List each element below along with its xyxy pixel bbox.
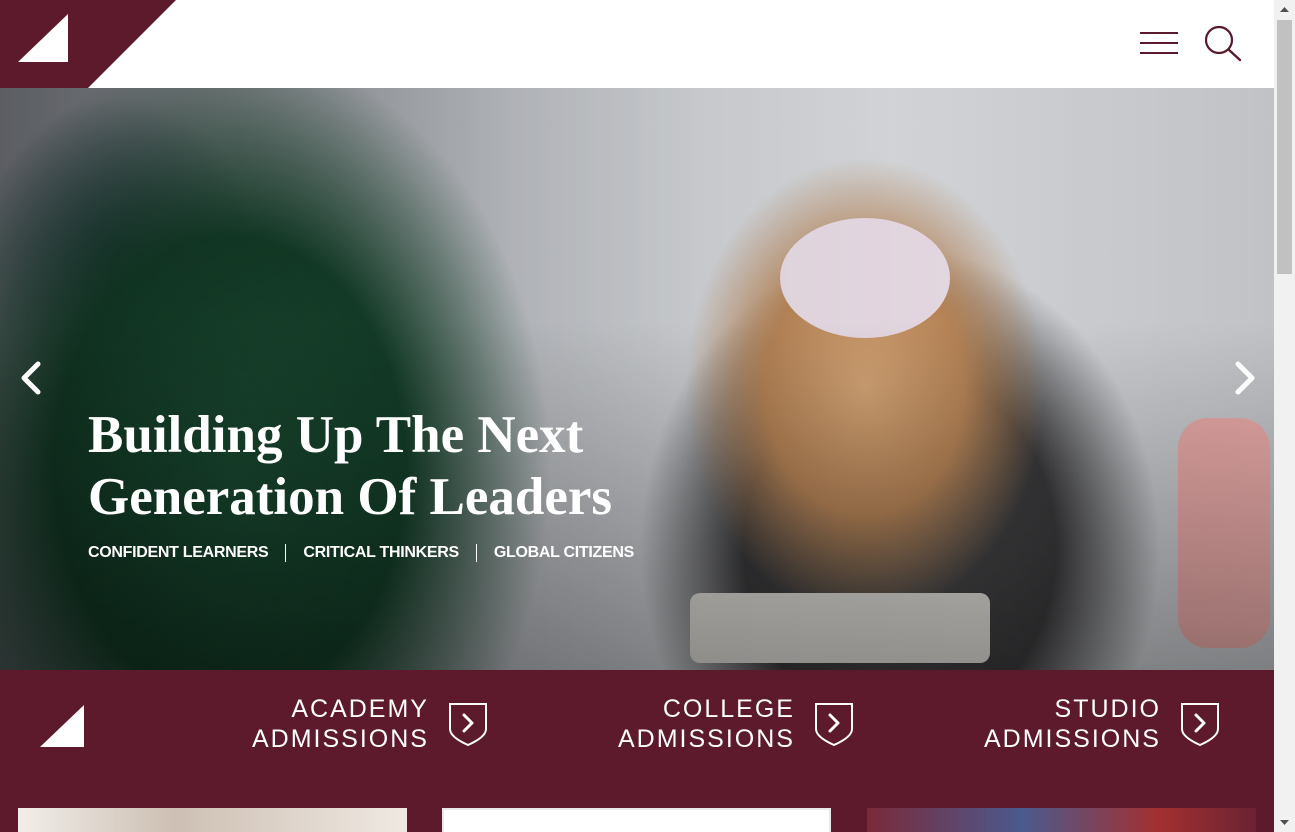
college-admissions-link[interactable]: COLLEGE ADMISSIONS [618,694,855,754]
site-header [0,0,1274,88]
hero-tag: GLOBAL CITIZENS [493,544,634,561]
chevron-left-icon[interactable] [16,360,46,396]
divider [285,544,287,562]
chevron-right-shield-icon [814,703,853,747]
studio-admissions-link[interactable]: STUDIO ADMISSIONS [984,694,1221,754]
hero-tagline: CONFIDENT LEARNERS CRITICAL THINKERS GLO… [88,544,634,562]
scrollbar-thumb[interactable] [1277,20,1292,274]
admissions-label: ACADEMY ADMISSIONS [252,695,429,753]
academy-admissions-link[interactable]: ACADEMY ADMISSIONS [252,694,489,754]
scroll-down-arrow-icon[interactable] [1274,814,1295,832]
news-card-image[interactable] [867,808,1256,832]
chevron-right-shield-icon [448,703,487,747]
hamburger-icon[interactable] [1138,30,1180,58]
news-card-image[interactable] [18,808,407,832]
chevron-right-icon[interactable] [1230,360,1260,396]
divider [475,544,477,562]
scrollbar[interactable] [1274,0,1295,832]
logo-mark-icon [40,705,84,747]
hero-title: Building Up The Next Generation Of Leade… [88,406,613,526]
logo[interactable] [0,0,176,88]
scroll-up-arrow-icon[interactable] [1274,0,1295,18]
admissions-label: COLLEGE ADMISSIONS [618,695,795,753]
news-card-image[interactable] [442,808,831,832]
chevron-right-shield-icon [1180,703,1219,747]
hero-overlay [0,88,1274,670]
search-icon[interactable] [1202,24,1244,64]
hero-tag: CRITICAL THINKERS [303,544,459,561]
hero-tag: CONFIDENT LEARNERS [88,544,269,561]
hero-slider: Building Up The Next Generation Of Leade… [0,88,1274,670]
admissions-label: STUDIO ADMISSIONS [984,695,1161,753]
